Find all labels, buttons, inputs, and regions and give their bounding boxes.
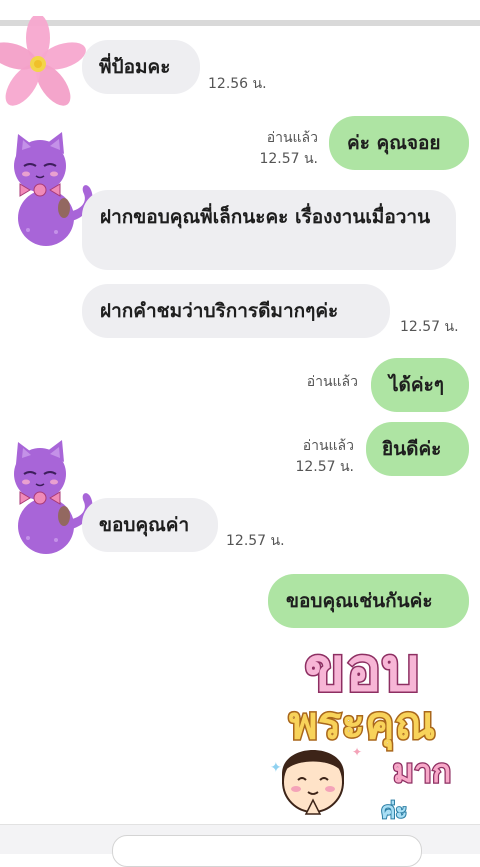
smiling-girl-icon [282, 750, 344, 815]
message-bubble-outgoing[interactable]: ขอบคุณเช่นกันค่ะ [268, 574, 469, 628]
message-time: 12.57 น. [400, 319, 459, 335]
sparkle-icon: ✦ [352, 745, 362, 759]
sticker-line-1: ขอบ [304, 635, 419, 705]
bottom-bar [0, 824, 480, 867]
thank-you-sticker[interactable]: ขอบ พระคุณ ✦ ✦ มาก ค่ะ [252, 632, 472, 826]
sticker-line-3: มาก [393, 752, 451, 790]
message-time: 12.56 น. [208, 76, 267, 92]
message-time: 12.57 น. [226, 533, 285, 549]
message-bubble-incoming[interactable]: ฝากขอบคุณพี่เล็กนะคะ เรื่องงานเมื่อวาน [82, 190, 456, 270]
message-bubble-incoming[interactable]: ฝากคำชมว่าบริการดีมากๆค่ะ [82, 284, 390, 338]
message-bubble-incoming[interactable]: พี่ป้อมคะ [82, 40, 200, 94]
sticker-line-2: พระคุณ [289, 698, 436, 751]
cat-avatar-icon[interactable] [6, 440, 98, 556]
sticker-line-4: ค่ะ [381, 799, 408, 824]
read-receipt: อ่านแล้ว [266, 130, 318, 146]
message-time: 12.57 น. [295, 459, 354, 475]
message-bubble-incoming[interactable]: ขอบคุณค่า [82, 498, 218, 552]
message-bubble-outgoing[interactable]: ได้ค่ะๆ [371, 358, 469, 412]
message-input[interactable] [112, 835, 422, 867]
flower-avatar-icon[interactable] [0, 14, 86, 110]
read-receipt: อ่านแล้ว [302, 438, 354, 454]
read-receipt: อ่านแล้ว [306, 374, 358, 390]
message-bubble-outgoing[interactable]: ยินดีค่ะ [366, 422, 469, 476]
sparkle-icon: ✦ [270, 760, 282, 776]
message-bubble-outgoing[interactable]: ค่ะ คุณจอย [329, 116, 469, 170]
message-time: 12.57 น. [259, 151, 318, 167]
